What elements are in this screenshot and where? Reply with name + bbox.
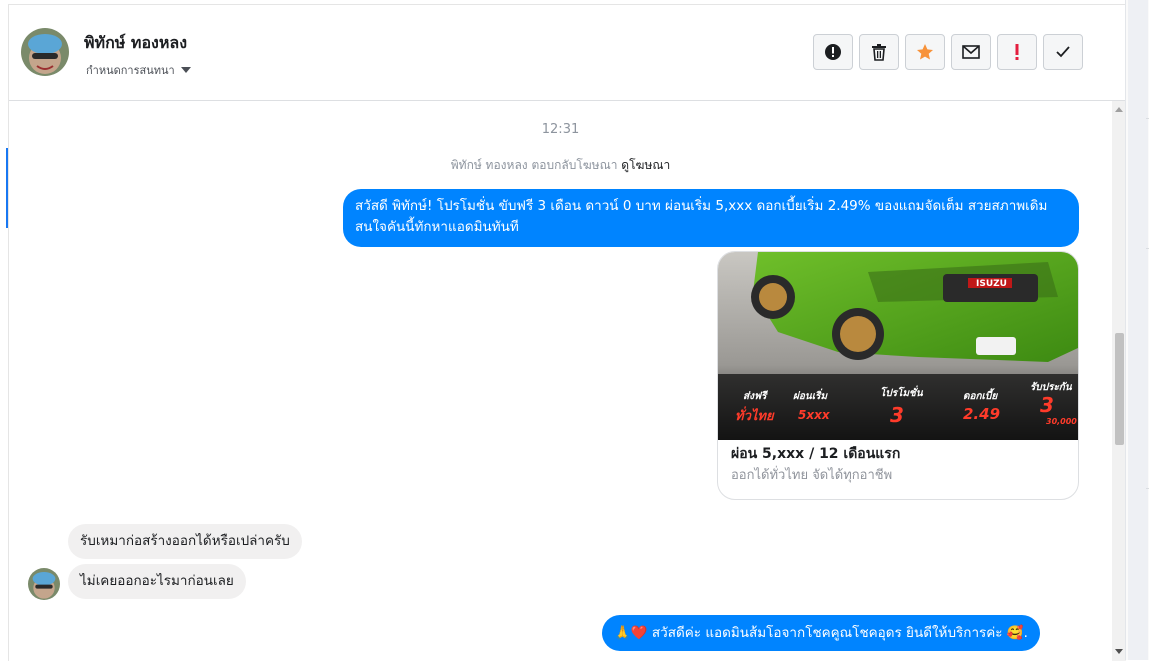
- ad-reply-text: พิทักษ์ ทองหลง ตอบกลับโฆษณา: [450, 158, 618, 172]
- conversation-header: พิทักษ์ ทองหลง กำหนดการสนทนา: [9, 5, 1126, 101]
- mark-unread-button[interactable]: [951, 34, 991, 70]
- scroll-up-arrow-icon[interactable]: [1115, 107, 1123, 112]
- active-indicator: [6, 148, 8, 228]
- envelope-icon: [962, 45, 980, 59]
- incoming-message[interactable]: ไม่เคยออกอะไรมาก่อนเลย: [68, 564, 246, 599]
- done-button[interactable]: [1043, 34, 1083, 70]
- contact-avatar[interactable]: [21, 28, 69, 76]
- thread-scrollbar[interactable]: [1112, 101, 1126, 661]
- banner-col2-top: ผ่อนเริ่ม: [793, 388, 828, 402]
- banner-col4-top: ดอกเบี้ย: [963, 388, 998, 402]
- banner-col1-main: ทั่วไทย: [735, 406, 775, 424]
- banner-col5-main: 3: [1040, 393, 1054, 417]
- outgoing-message[interactable]: สวัสดี พิทักษ์! โปรโมชั่น ขับฟรี 3 เดือน…: [343, 189, 1079, 247]
- trash-icon: [872, 44, 886, 61]
- smiling-hearts-emoji: 🥰.: [1006, 625, 1028, 641]
- prayer-heart-emoji: 🙏❤️: [614, 625, 648, 641]
- scroll-down-arrow-icon[interactable]: [1115, 649, 1123, 654]
- contact-name: พิทักษ์ ทองหลง: [84, 33, 188, 52]
- right-side-panel: [1125, 0, 1149, 660]
- exclamation-circle-icon: [825, 44, 841, 60]
- caret-down-icon: [180, 67, 191, 73]
- banner-col5-sub: 30,000: [1046, 417, 1077, 426]
- banner-col1-top: ส่งฟรี: [743, 390, 768, 402]
- conversation-settings-dropdown[interactable]: กำหนดการสนทนา: [86, 61, 191, 79]
- ad-card-subtitle: ออกได้ทั่วไทย จัดได้ทุกอาชีพ: [731, 468, 893, 483]
- delete-button[interactable]: [859, 34, 899, 70]
- banner-col5-top: รับประกัน: [1030, 381, 1073, 393]
- conversation-panel: พิทักษ์ ทองหลง กำหนดการสนทนา 12:31 พิทัก…: [8, 4, 1126, 661]
- view-ad-link[interactable]: ดูโฆษณา: [621, 158, 670, 172]
- outgoing-message-text: สวัสดีค่ะ แอดมินส้มโอจากโชคคูณโชคอุดร ยิ…: [651, 625, 1003, 641]
- important-button[interactable]: [997, 34, 1037, 70]
- contact-avatar-small[interactable]: [28, 568, 60, 600]
- ad-card[interactable]: ส่งฟรี ผ่อนเริ่ม โปรโมชั่น ดอกเบี้ย รับป…: [717, 251, 1079, 500]
- report-button[interactable]: [813, 34, 853, 70]
- checkmark-icon: [1056, 46, 1070, 58]
- banner-col3-top: โปรโมชั่น: [880, 385, 924, 399]
- right-panel-background: [1128, 0, 1148, 660]
- banner-col2-main: 5xxx: [798, 408, 831, 422]
- car-badge-text: ISUZU: [976, 279, 1007, 289]
- scrollbar-thumb[interactable]: [1115, 333, 1124, 445]
- star-icon: [917, 44, 933, 60]
- incoming-message[interactable]: รับเหมาก่อสร้างออกได้หรือเปล่าครับ: [68, 524, 302, 559]
- exclamation-icon: [1015, 44, 1019, 60]
- star-button[interactable]: [905, 34, 945, 70]
- conversation-toolbar: [813, 34, 1083, 70]
- message-thread[interactable]: 12:31 พิทักษ์ ทองหลง ตอบกลับโฆษณา ดูโฆษณ…: [9, 101, 1112, 661]
- car-ad-image: ส่งฟรี ผ่อนเริ่ม โปรโมชั่น ดอกเบี้ย รับป…: [718, 252, 1078, 440]
- ad-reply-note: พิทักษ์ ทองหลง ตอบกลับโฆษณา ดูโฆษณา: [9, 156, 1112, 175]
- banner-col4-main: 2.49: [963, 405, 1000, 423]
- banner-col3-main: 3: [890, 403, 904, 427]
- conversation-settings-label: กำหนดการสนทนา: [86, 64, 175, 77]
- ad-card-title: ผ่อน 5,xxx / 12 เดือนแรก: [731, 446, 901, 462]
- outgoing-message[interactable]: 🙏❤️ สวัสดีค่ะ แอดมินส้มโอจากโชคคูณโชคอุด…: [602, 615, 1040, 651]
- message-timestamp: 12:31: [541, 122, 580, 137]
